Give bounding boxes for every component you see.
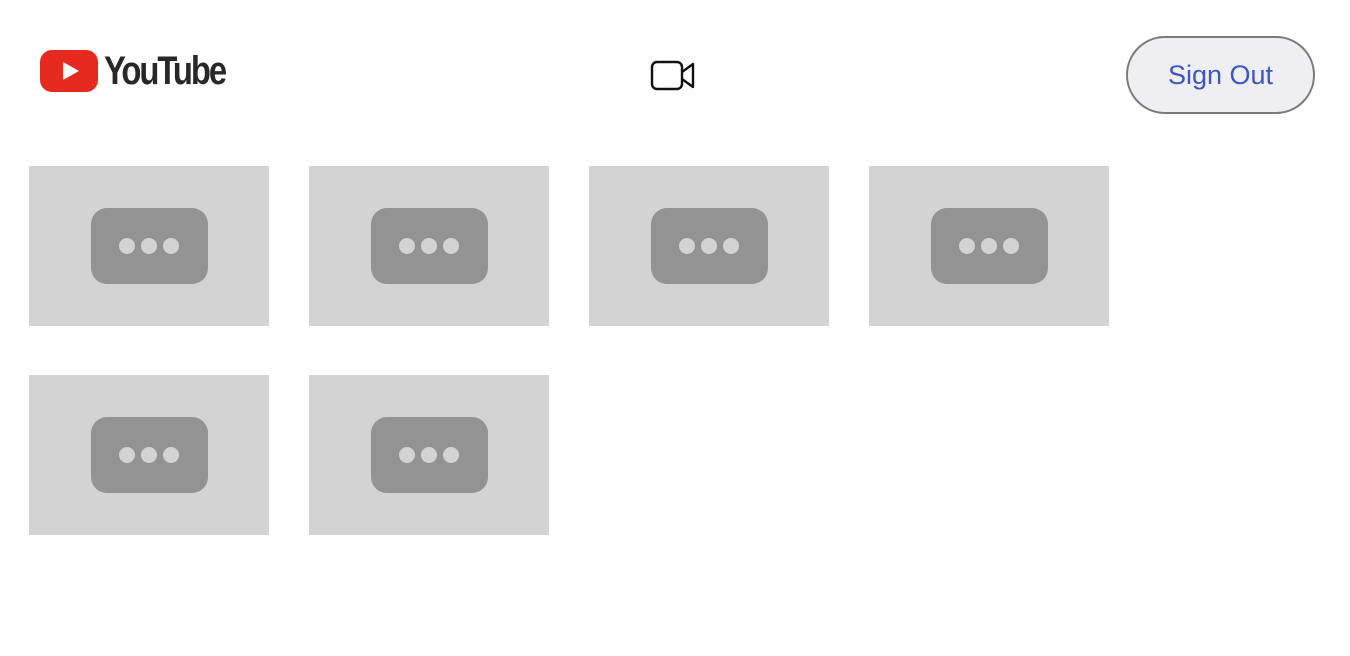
create-video-button[interactable] <box>650 56 696 94</box>
video-camera-icon <box>650 60 695 91</box>
more-dots-placeholder-icon <box>90 417 208 493</box>
video-tile[interactable] <box>29 375 269 535</box>
video-tile[interactable] <box>309 166 549 326</box>
video-tile[interactable] <box>869 166 1109 326</box>
more-dots-placeholder-icon <box>90 208 208 284</box>
more-dots-placeholder-icon <box>370 208 488 284</box>
more-dots-placeholder-icon <box>370 417 488 493</box>
more-dots-placeholder-icon <box>650 208 768 284</box>
sign-out-button[interactable]: Sign Out <box>1126 36 1315 114</box>
video-grid <box>29 166 1109 535</box>
logo-text: YouTube <box>104 49 227 93</box>
video-tile[interactable] <box>589 166 829 326</box>
video-tile[interactable] <box>29 166 269 326</box>
video-tile[interactable] <box>309 375 549 535</box>
youtube-logo[interactable]: YouTube <box>40 48 252 94</box>
more-dots-placeholder-icon <box>930 208 1048 284</box>
youtube-play-icon <box>40 50 98 92</box>
page: YouTube Sign Out <box>0 0 1350 656</box>
